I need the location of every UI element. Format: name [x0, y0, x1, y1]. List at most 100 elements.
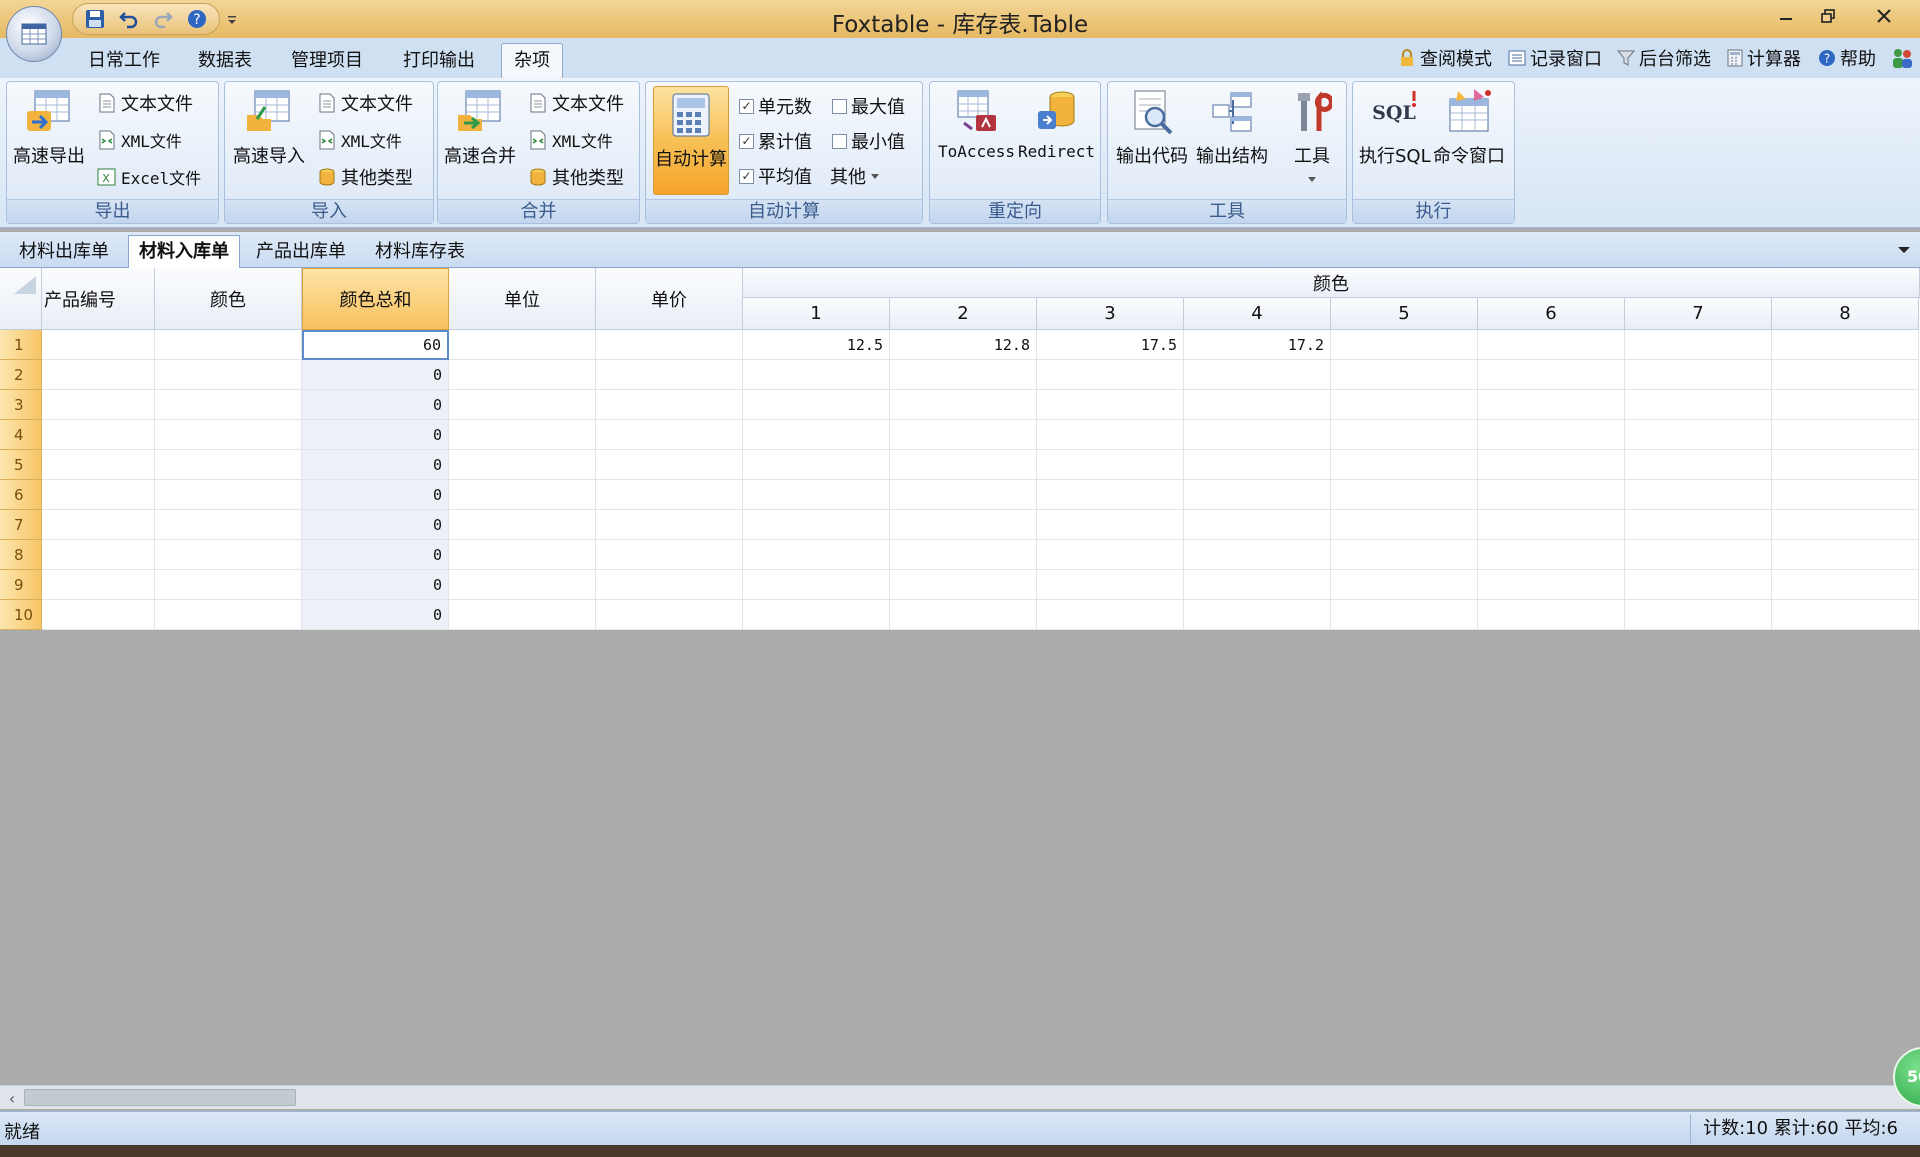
row-number[interactable]: 2: [0, 360, 42, 390]
tab-product-outbound[interactable]: 产品出库单: [256, 239, 346, 267]
sub-column-header[interactable]: 1: [743, 298, 890, 330]
cell-color-value[interactable]: [1772, 510, 1919, 540]
cell-color-total[interactable]: 0: [302, 570, 449, 600]
cell-color-value[interactable]: [1184, 390, 1331, 420]
cell-color-value[interactable]: [1331, 510, 1478, 540]
cell-unit[interactable]: [449, 600, 596, 630]
max-value-checkbox[interactable]: 最大值: [832, 93, 905, 119]
tab-manage-project[interactable]: 管理项目: [287, 46, 367, 76]
cell-color-value[interactable]: [1625, 390, 1772, 420]
cell-color[interactable]: [155, 390, 302, 420]
other-dropdown[interactable]: 其他: [830, 163, 880, 189]
row-number[interactable]: 3: [0, 390, 42, 420]
tab-material-outbound[interactable]: 材料出库单: [19, 239, 109, 267]
cell-color-value[interactable]: [890, 420, 1037, 450]
sub-column-header[interactable]: 4: [1184, 298, 1331, 330]
cell-color-value[interactable]: [1184, 540, 1331, 570]
row-number[interactable]: 9: [0, 570, 42, 600]
cell-color-value[interactable]: [1478, 480, 1625, 510]
sub-column-header[interactable]: 2: [890, 298, 1037, 330]
cell-color-value[interactable]: [743, 540, 890, 570]
export-excel-file-button[interactable]: X Excel文件: [97, 164, 201, 190]
cell-color-value[interactable]: [1478, 570, 1625, 600]
cell-unit-price[interactable]: [596, 330, 743, 360]
cell-color[interactable]: [155, 510, 302, 540]
min-value-checkbox[interactable]: 最小值: [832, 128, 905, 154]
cell-color-value[interactable]: [1037, 450, 1184, 480]
cell-color-total[interactable]: 0: [302, 360, 449, 390]
row-number[interactable]: 7: [0, 510, 42, 540]
output-code-button[interactable]: 输出代码: [1116, 86, 1188, 168]
fast-import-button[interactable]: 高速导入: [233, 86, 305, 168]
redo-icon[interactable]: [151, 7, 175, 31]
customize-toolbar-icon[interactable]: [222, 8, 242, 32]
cell-unit[interactable]: [449, 420, 596, 450]
cell-color-value[interactable]: [1478, 420, 1625, 450]
cell-product-code[interactable]: [42, 450, 155, 480]
cell-unit[interactable]: [449, 570, 596, 600]
scrollbar-thumb[interactable]: [24, 1089, 296, 1106]
cumulative-checkbox[interactable]: ✓ 累计值: [739, 128, 812, 154]
cell-unit-price[interactable]: [596, 540, 743, 570]
cell-color-value[interactable]: [1331, 480, 1478, 510]
cell-product-code[interactable]: [42, 540, 155, 570]
cell-color-value[interactable]: [743, 600, 890, 630]
cell-color[interactable]: [155, 420, 302, 450]
column-header-unit[interactable]: 单位: [449, 268, 596, 330]
cell-count-checkbox[interactable]: ✓ 单元数: [739, 93, 812, 119]
cell-color-value[interactable]: [1625, 600, 1772, 630]
export-xml-file-button[interactable]: XML文件: [97, 127, 182, 153]
cell-color-value[interactable]: [1772, 450, 1919, 480]
cell-color-value[interactable]: [743, 570, 890, 600]
column-header-color-total[interactable]: 颜色总和: [302, 268, 449, 330]
cell-unit-price[interactable]: [596, 510, 743, 540]
cell-unit[interactable]: [449, 390, 596, 420]
undo-icon[interactable]: [117, 7, 141, 31]
cell-color-total[interactable]: 0: [302, 390, 449, 420]
import-other-type-button[interactable]: 其他类型: [317, 164, 413, 190]
cell-color-value[interactable]: [1184, 450, 1331, 480]
export-text-file-button[interactable]: 文本文件: [97, 90, 193, 116]
cell-color[interactable]: [155, 330, 302, 360]
column-header-unit-price[interactable]: 单价: [596, 268, 743, 330]
fast-export-button[interactable]: 高速导出: [13, 86, 85, 168]
cell-unit[interactable]: [449, 540, 596, 570]
cell-color-value[interactable]: [1478, 330, 1625, 360]
to-access-button[interactable]: ToAccess: [938, 86, 1015, 161]
cell-color-value[interactable]: [1037, 480, 1184, 510]
cell-color-value[interactable]: [1625, 510, 1772, 540]
cell-color-value[interactable]: [1331, 330, 1478, 360]
tab-print-output[interactable]: 打印输出: [399, 46, 479, 76]
cell-unit-price[interactable]: [596, 480, 743, 510]
cell-color-value[interactable]: [890, 540, 1037, 570]
sub-column-header[interactable]: 7: [1625, 298, 1772, 330]
cell-color-value[interactable]: [743, 420, 890, 450]
execute-sql-button[interactable]: SQL 执行SQL: [1359, 86, 1431, 168]
cell-color-total[interactable]: 0: [302, 540, 449, 570]
cell-color-value[interactable]: [1772, 540, 1919, 570]
cell-color[interactable]: [155, 360, 302, 390]
cell-color-value[interactable]: [1625, 330, 1772, 360]
cell-color-total[interactable]: 0: [302, 600, 449, 630]
cell-color-value[interactable]: [1625, 420, 1772, 450]
cell-product-code[interactable]: [42, 570, 155, 600]
select-all-corner[interactable]: [0, 268, 42, 330]
cell-color-value[interactable]: [890, 570, 1037, 600]
read-mode-button[interactable]: 查阅模式: [1398, 46, 1492, 70]
cell-color-value[interactable]: [1772, 390, 1919, 420]
cell-unit-price[interactable]: [596, 450, 743, 480]
cell-color-value[interactable]: [1184, 510, 1331, 540]
background-filter-button[interactable]: 后台筛选: [1617, 46, 1711, 70]
close-button[interactable]: [1862, 0, 1906, 32]
app-menu-button[interactable]: [6, 6, 62, 62]
cell-color-value[interactable]: 12.5: [743, 330, 890, 360]
save-icon[interactable]: [83, 7, 107, 31]
column-header-product-code[interactable]: 产品编号: [42, 268, 155, 330]
cell-color-value[interactable]: [1037, 570, 1184, 600]
merge-other-type-button[interactable]: 其他类型: [528, 164, 624, 190]
cell-color-value[interactable]: [743, 360, 890, 390]
cell-color-value[interactable]: [1772, 420, 1919, 450]
tab-daily-work[interactable]: 日常工作: [84, 46, 164, 76]
cell-color-value[interactable]: 17.5: [1037, 330, 1184, 360]
cell-unit[interactable]: [449, 450, 596, 480]
